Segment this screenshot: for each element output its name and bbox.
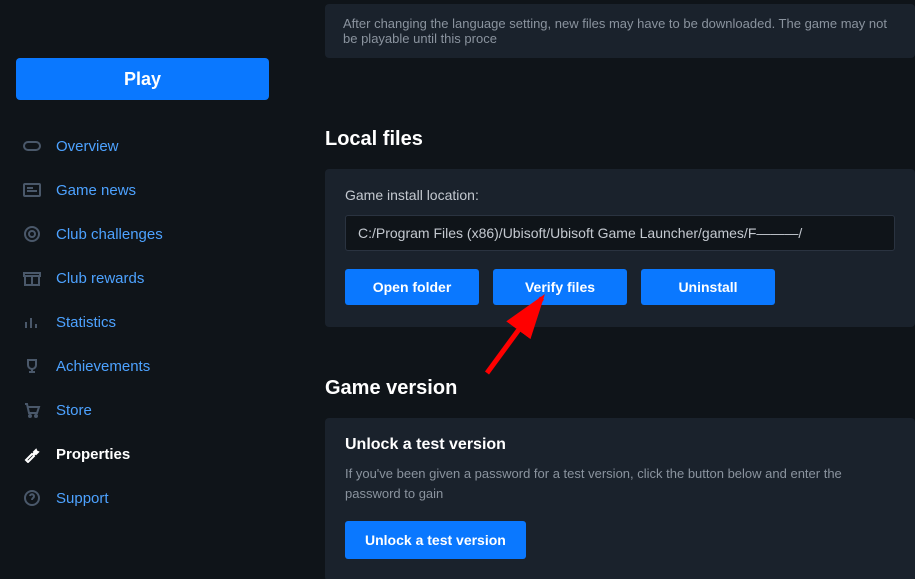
sidebar-item-label: Club rewards [56, 270, 144, 287]
help-icon [22, 488, 42, 508]
sidebar-item-label: Statistics [56, 314, 116, 331]
main-content: After changing the language setting, new… [285, 0, 915, 579]
sidebar-item-store[interactable]: Store [16, 400, 269, 420]
open-folder-button[interactable]: Open folder [345, 269, 479, 305]
game-version-panel: Unlock a test version If you've been giv… [325, 418, 915, 579]
sidebar-item-achievements[interactable]: Achievements [16, 356, 269, 376]
sidebar-item-label: Store [56, 402, 92, 419]
wrench-icon [22, 444, 42, 464]
sidebar-item-game-news[interactable]: Game news [16, 180, 269, 200]
cart-icon [22, 400, 42, 420]
sidebar-item-club-rewards[interactable]: Club rewards [16, 268, 269, 288]
sidebar: Play Overview Game news Club challenges … [0, 0, 285, 579]
local-files-panel: Game install location: C:/Program Files … [325, 169, 915, 327]
local-files-title: Local files [325, 128, 915, 151]
sidebar-item-label: Overview [56, 138, 119, 155]
unlock-subtitle: Unlock a test version [345, 436, 895, 454]
verify-files-button[interactable]: Verify files [493, 269, 627, 305]
unlock-description: If you've been given a password for a te… [345, 464, 895, 503]
install-location-label: Game install location: [345, 187, 895, 203]
sidebar-item-label: Achievements [56, 358, 150, 375]
sidebar-item-label: Support [56, 490, 109, 507]
sidebar-item-support[interactable]: Support [16, 488, 269, 508]
sidebar-item-properties[interactable]: Properties [16, 444, 269, 464]
sidebar-item-label: Game news [56, 182, 136, 199]
gift-icon [22, 268, 42, 288]
language-info-bar: After changing the language setting, new… [325, 4, 915, 58]
play-button[interactable]: Play [16, 58, 269, 100]
sidebar-nav: Overview Game news Club challenges Club … [16, 136, 269, 508]
install-path-display: C:/Program Files (x86)/Ubisoft/Ubisoft G… [345, 215, 895, 251]
sidebar-item-club-challenges[interactable]: Club challenges [16, 224, 269, 244]
gamepad-icon [22, 136, 42, 156]
trophy-icon [22, 356, 42, 376]
chart-icon [22, 312, 42, 332]
sidebar-item-overview[interactable]: Overview [16, 136, 269, 156]
unlock-test-version-button[interactable]: Unlock a test version [345, 521, 526, 559]
uninstall-button[interactable]: Uninstall [641, 269, 775, 305]
sidebar-item-label: Properties [56, 446, 130, 463]
news-icon [22, 180, 42, 200]
game-version-title: Game version [325, 377, 915, 400]
sidebar-item-statistics[interactable]: Statistics [16, 312, 269, 332]
target-icon [22, 224, 42, 244]
local-files-buttons: Open folder Verify files Uninstall [345, 269, 895, 305]
sidebar-item-label: Club challenges [56, 226, 163, 243]
